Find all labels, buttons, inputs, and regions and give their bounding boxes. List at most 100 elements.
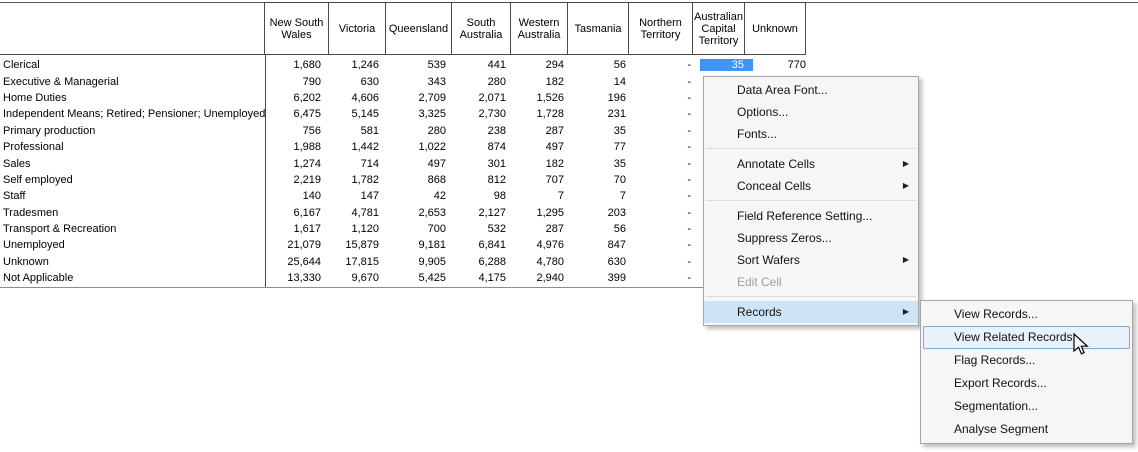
- data-cell[interactable]: 707: [515, 174, 573, 186]
- data-cell[interactable]: -: [635, 141, 700, 153]
- data-cell[interactable]: -: [635, 108, 700, 120]
- menu-item-suppress-zeros[interactable]: Suppress Zeros...: [704, 227, 918, 249]
- menu-item-records[interactable]: Records▶: [704, 301, 918, 323]
- data-cell[interactable]: 287: [515, 125, 573, 137]
- data-cell[interactable]: 182: [515, 76, 573, 88]
- column-header-new-south-wales[interactable]: New South Wales: [264, 2, 329, 55]
- data-cell[interactable]: 294: [515, 59, 573, 71]
- data-cell[interactable]: 203: [573, 207, 635, 219]
- row-label-self-employed[interactable]: Self employed: [0, 174, 265, 186]
- column-header-unknown[interactable]: Unknown: [744, 2, 806, 55]
- data-cell[interactable]: 497: [515, 141, 573, 153]
- row-label-transport-recreation[interactable]: Transport & Recreation: [0, 223, 265, 235]
- data-cell[interactable]: 630: [330, 76, 388, 88]
- row-label-clerical[interactable]: Clerical: [0, 59, 265, 71]
- data-cell[interactable]: 301: [455, 158, 515, 170]
- column-header-queensland[interactable]: Queensland: [385, 2, 452, 55]
- data-cell[interactable]: 1,617: [265, 223, 330, 235]
- data-cell[interactable]: 2,653: [388, 207, 455, 219]
- data-cell[interactable]: 147: [330, 190, 388, 202]
- data-cell[interactable]: 2,730: [455, 108, 515, 120]
- row-label-not-applicable[interactable]: Not Applicable: [0, 272, 265, 284]
- column-header-northern-territory[interactable]: Northern Territory: [628, 2, 693, 55]
- data-cell[interactable]: 35: [573, 125, 635, 137]
- data-cell[interactable]: 17,815: [330, 256, 388, 268]
- column-header-south-australia[interactable]: South Australia: [451, 2, 511, 55]
- data-cell[interactable]: 6,841: [455, 239, 515, 251]
- data-cell[interactable]: 5,145: [330, 108, 388, 120]
- data-cell[interactable]: 1,680: [265, 59, 330, 71]
- menu-item-export-records[interactable]: Export Records...: [921, 372, 1132, 395]
- data-cell[interactable]: 1,274: [265, 158, 330, 170]
- data-cell[interactable]: 280: [455, 76, 515, 88]
- data-cell[interactable]: 2,709: [388, 92, 455, 104]
- data-cell[interactable]: 6,475: [265, 108, 330, 120]
- data-cell[interactable]: 14: [573, 76, 635, 88]
- data-cell[interactable]: 3,325: [388, 108, 455, 120]
- data-cell[interactable]: 182: [515, 158, 573, 170]
- data-cell[interactable]: 21,079: [265, 239, 330, 251]
- menu-item-field-reference-setting[interactable]: Field Reference Setting...: [704, 205, 918, 227]
- row-label-professional[interactable]: Professional: [0, 141, 265, 153]
- data-cell[interactable]: 1,526: [515, 92, 573, 104]
- row-label-home-duties[interactable]: Home Duties: [0, 92, 265, 104]
- data-cell[interactable]: 756: [265, 125, 330, 137]
- data-cell[interactable]: 2,127: [455, 207, 515, 219]
- data-cell[interactable]: 70: [573, 174, 635, 186]
- column-header-tasmania[interactable]: Tasmania: [567, 2, 629, 55]
- row-label-staff[interactable]: Staff: [0, 190, 265, 202]
- data-cell[interactable]: 700: [388, 223, 455, 235]
- data-cell[interactable]: 2,219: [265, 174, 330, 186]
- data-cell[interactable]: 399: [573, 272, 635, 284]
- data-cell[interactable]: 25,644: [265, 256, 330, 268]
- data-cell[interactable]: 2,940: [515, 272, 573, 284]
- menu-item-segmentation[interactable]: Segmentation...: [921, 395, 1132, 418]
- data-cell[interactable]: 581: [330, 125, 388, 137]
- data-cell[interactable]: 5,425: [388, 272, 455, 284]
- data-cell[interactable]: 77: [573, 141, 635, 153]
- selected-cell[interactable]: 35: [700, 59, 753, 71]
- column-header-australian-capital-territory[interactable]: Australian Capital Territory: [692, 2, 745, 55]
- row-label-unknown[interactable]: Unknown: [0, 256, 265, 268]
- data-cell[interactable]: -: [635, 125, 700, 137]
- data-cell[interactable]: 441: [455, 59, 515, 71]
- data-cell[interactable]: 1,120: [330, 223, 388, 235]
- data-cell[interactable]: 770: [753, 59, 815, 71]
- data-cell[interactable]: 1,022: [388, 141, 455, 153]
- data-cell[interactable]: 6,167: [265, 207, 330, 219]
- data-cell[interactable]: 231: [573, 108, 635, 120]
- data-cell[interactable]: 790: [265, 76, 330, 88]
- data-cell[interactable]: 7: [573, 190, 635, 202]
- data-cell[interactable]: -: [635, 158, 700, 170]
- data-cell[interactable]: 497: [388, 158, 455, 170]
- data-cell[interactable]: 238: [455, 125, 515, 137]
- data-cell[interactable]: 4,780: [515, 256, 573, 268]
- data-cell[interactable]: 847: [573, 239, 635, 251]
- menu-item-view-related-records[interactable]: View Related Records...: [923, 326, 1130, 349]
- menu-item-fonts[interactable]: Fonts...: [704, 123, 918, 145]
- data-cell[interactable]: 1,295: [515, 207, 573, 219]
- data-cell[interactable]: 56: [573, 59, 635, 71]
- data-cell[interactable]: 4,976: [515, 239, 573, 251]
- menu-item-analyse-segment[interactable]: Analyse Segment: [921, 418, 1132, 441]
- column-header-western-australia[interactable]: Western Australia: [510, 2, 568, 55]
- column-header-victoria[interactable]: Victoria: [328, 2, 386, 55]
- data-cell[interactable]: 812: [455, 174, 515, 186]
- menu-item-flag-records[interactable]: Flag Records...: [921, 349, 1132, 372]
- row-label-independent-means-retired-pensioner-unemployed[interactable]: Independent Means; Retired; Pensioner; U…: [0, 108, 265, 120]
- data-cell[interactable]: 6,288: [455, 256, 515, 268]
- menu-item-view-records[interactable]: View Records...: [921, 303, 1132, 326]
- data-cell[interactable]: 630: [573, 256, 635, 268]
- data-cell[interactable]: -: [635, 239, 700, 251]
- row-label-sales[interactable]: Sales: [0, 158, 265, 170]
- data-cell[interactable]: 343: [388, 76, 455, 88]
- data-cell[interactable]: 1,782: [330, 174, 388, 186]
- menu-item-data-area-font[interactable]: Data Area Font...: [704, 79, 918, 101]
- data-cell[interactable]: -: [635, 76, 700, 88]
- row-label-executive-managerial[interactable]: Executive & Managerial: [0, 76, 265, 88]
- data-cell[interactable]: 6,202: [265, 92, 330, 104]
- data-cell[interactable]: 9,670: [330, 272, 388, 284]
- data-cell[interactable]: -: [635, 92, 700, 104]
- data-cell[interactable]: 35: [573, 158, 635, 170]
- data-cell[interactable]: -: [635, 174, 700, 186]
